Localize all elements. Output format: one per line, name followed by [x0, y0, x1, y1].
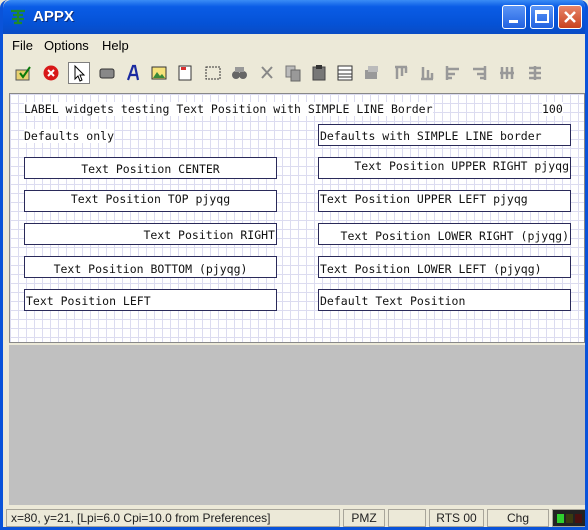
traffic-light-icon	[557, 514, 582, 523]
box-tool[interactable]	[202, 62, 224, 84]
text-tool[interactable]	[122, 62, 144, 84]
status-bar: x=80, y=21, [Lpi=6.0 Cpi=10.0 from Prefe…	[6, 508, 585, 527]
minimize-icon	[509, 20, 518, 23]
workspace-background	[9, 345, 585, 505]
table-icon	[337, 65, 353, 81]
label-lower-right[interactable]: Text Position LOWER RIGHT (pjyqg)	[318, 223, 571, 245]
label-top[interactable]: Text Position TOP pjyqg	[24, 190, 277, 212]
window-title: APPX	[33, 8, 74, 25]
page-icon	[178, 65, 192, 81]
picture-tool[interactable]	[148, 62, 170, 84]
title-bar[interactable]: APPX	[3, 0, 585, 34]
pointer-button[interactable]	[68, 62, 90, 84]
align-2-tool[interactable]	[390, 62, 412, 84]
canvas-header[interactable]: LABEL widgets testing Text Position with…	[24, 102, 433, 116]
close-button[interactable]	[558, 5, 582, 29]
align-7-icon	[529, 66, 541, 80]
app-icon	[11, 9, 25, 25]
align-5-icon	[473, 66, 487, 80]
menu-help[interactable]: Help	[102, 38, 129, 53]
app-window: APPX File Options Help LABEL widgets tes…	[0, 0, 588, 530]
label-lower-left[interactable]: Text Position LOWER LEFT (pjyqg)	[318, 256, 571, 278]
align-4-icon	[445, 66, 459, 80]
close-icon	[564, 11, 576, 23]
label-bottom[interactable]: Text Position BOTTOM (pjyqg)	[24, 256, 277, 278]
left-column-title[interactable]: Defaults only	[24, 129, 115, 143]
status-rts: RTS 00	[429, 509, 484, 527]
maximize-icon	[535, 10, 549, 23]
align-1-icon	[365, 66, 378, 79]
page-tool[interactable]	[174, 62, 196, 84]
align-6-icon	[500, 67, 514, 79]
picture-icon	[151, 66, 167, 80]
binoculars-icon	[232, 67, 247, 79]
button-tool[interactable]	[96, 62, 118, 84]
label-upper-left[interactable]: Text Position UPPER LEFT pjyqg	[318, 190, 571, 212]
align-7-tool[interactable]	[524, 62, 546, 84]
design-canvas[interactable]: LABEL widgets testing Text Position with…	[9, 93, 585, 343]
minimize-button[interactable]	[502, 5, 526, 29]
binoculars-tool[interactable]	[228, 62, 250, 84]
align-4-tool[interactable]	[442, 62, 464, 84]
align-2-icon	[395, 65, 408, 79]
right-column-title-box[interactable]: Defaults with SIMPLE LINE border	[318, 124, 571, 146]
right-column-title: Defaults with SIMPLE LINE border	[320, 129, 542, 143]
box-icon	[205, 66, 221, 80]
label-right[interactable]: Text Position RIGHT	[24, 223, 277, 245]
align-1-tool[interactable]	[360, 62, 382, 84]
status-chg: Chg	[487, 509, 549, 527]
paste-icon	[312, 65, 326, 81]
maximize-button[interactable]	[530, 5, 554, 29]
menu-bar: File Options Help	[6, 36, 585, 56]
pointer-icon	[74, 64, 86, 82]
cut-tool[interactable]	[256, 62, 278, 84]
label-center[interactable]: Text Position CENTER	[24, 157, 277, 179]
edit-check-button[interactable]	[12, 62, 34, 84]
table-tool[interactable]	[334, 62, 356, 84]
align-5-tool[interactable]	[468, 62, 490, 84]
copy-icon	[285, 65, 301, 82]
cancel-button[interactable]	[40, 62, 62, 84]
status-lights	[552, 509, 585, 527]
copy-tool[interactable]	[282, 62, 304, 84]
toolbar	[6, 58, 585, 88]
status-blank	[388, 509, 426, 527]
cancel-icon	[43, 65, 59, 81]
label-upper-right[interactable]: Text Position UPPER RIGHT pjyqg	[318, 157, 571, 179]
label-left[interactable]: Text Position LEFT	[24, 289, 277, 311]
label-default[interactable]: Default Text Position	[318, 289, 571, 311]
canvas-header-number[interactable]: 100	[542, 102, 563, 116]
status-position: x=80, y=21, [Lpi=6.0 Cpi=10.0 from Prefe…	[6, 509, 340, 527]
text-icon	[126, 64, 140, 81]
button-icon	[99, 68, 115, 79]
status-mode: PMZ	[343, 509, 385, 527]
align-3-icon	[421, 67, 434, 81]
align-6-tool[interactable]	[496, 62, 518, 84]
edit-check-icon	[15, 66, 31, 81]
align-3-tool[interactable]	[416, 62, 438, 84]
menu-options[interactable]: Options	[44, 38, 89, 53]
paste-tool[interactable]	[308, 62, 330, 84]
menu-file[interactable]: File	[12, 38, 33, 53]
cut-icon	[261, 66, 273, 79]
